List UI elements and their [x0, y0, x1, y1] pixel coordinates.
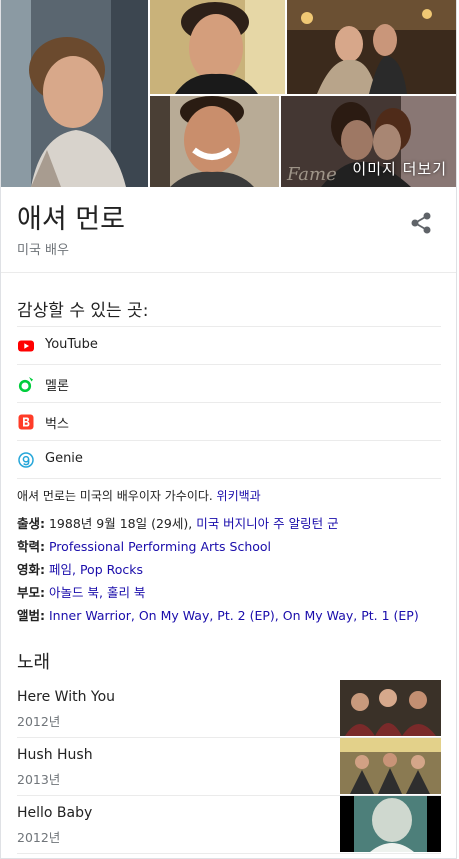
movie-link[interactable]: Pop Rocks: [80, 562, 143, 577]
fact-albums: 앨범: Inner Warrior, On My Way, Pt. 2 (EP)…: [17, 607, 447, 630]
fact-parents: 부모: 아놀드 북, 홀리 북: [17, 584, 447, 607]
youtube-icon: [18, 338, 34, 354]
watch-item-label: YouTube: [45, 337, 98, 352]
watch-item-melon[interactable]: 멜론: [17, 364, 441, 402]
gallery-image-4[interactable]: [150, 96, 279, 187]
genie-icon: [18, 452, 34, 468]
bugs-icon: [18, 414, 34, 430]
song-item[interactable]: Hush Hush 2013년: [17, 738, 441, 796]
watch-item-label: 멜론: [45, 379, 69, 394]
description-source-link[interactable]: 위키백과: [217, 489, 261, 503]
separator: ,: [274, 608, 279, 623]
song-thumbnail[interactable]: [340, 738, 441, 794]
more-images-tile[interactable]: Fame 이미지 더보기: [281, 96, 456, 187]
fact-movies: 영화: 페임, Pop Rocks: [17, 561, 447, 584]
knowledge-panel: Fame 이미지 더보기 애셔 먼로 미국 배우 감상할 수 있는 곳: You…: [0, 0, 457, 859]
entity-subtitle: 미국 배우: [17, 243, 69, 258]
watch-item-genie[interactable]: Genie: [17, 440, 441, 479]
songs-heading: 노래: [17, 652, 51, 673]
watch-item-label: 벅스: [45, 417, 69, 432]
born-date: 1988년 9월 18일 (29세),: [48, 516, 193, 531]
melon-icon: [18, 376, 34, 393]
song-title: Here With You: [17, 689, 116, 705]
fact-education: 학력: Professional Performing Arts School: [17, 538, 447, 561]
watch-item-bugs[interactable]: 벅스: [17, 402, 441, 440]
facts-list: 출생: 1988년 9월 18일 (29세), 미국 버지니아 주 알링턴 군 …: [17, 515, 447, 630]
born-place-link[interactable]: 미국 버지니아 주 알링턴 군: [196, 516, 338, 531]
parent-link[interactable]: 홀리 북: [107, 585, 145, 600]
entity-title: 애셔 먼로: [17, 204, 125, 235]
song-item[interactable]: Here With You 2012년: [17, 680, 441, 738]
more-images-label[interactable]: 이미지 더보기: [352, 158, 447, 179]
song-title: Hello Baby: [17, 805, 93, 821]
fact-label: 출생:: [17, 516, 45, 531]
fact-label: 부모:: [17, 585, 45, 600]
gallery-image-1[interactable]: [1, 0, 148, 187]
watch-heading: 감상할 수 있는 곳:: [17, 301, 149, 321]
song-year: 2013년: [17, 772, 61, 787]
gallery-image-2[interactable]: [150, 0, 285, 94]
fact-label: 앨범:: [17, 608, 45, 623]
song-item[interactable]: Hello Baby 2012년: [17, 796, 441, 854]
song-thumbnail[interactable]: [340, 796, 441, 852]
gallery-image-3[interactable]: [287, 0, 456, 94]
movie-link[interactable]: 페임: [49, 562, 72, 577]
education-link[interactable]: Professional Performing Arts School: [49, 539, 271, 554]
songs-list: Here With You 2012년 Hush Hush 2013년 Hell…: [17, 680, 441, 854]
share-icon[interactable]: [407, 209, 435, 237]
album-link[interactable]: On My Way, Pt. 2 (EP): [139, 608, 275, 623]
fact-label: 학력:: [17, 539, 45, 554]
album-link[interactable]: On My Way, Pt. 1 (EP): [283, 608, 419, 623]
separator: ,: [72, 562, 76, 577]
fact-born: 출생: 1988년 9월 18일 (29세), 미국 버지니아 주 알링턴 군: [17, 515, 447, 538]
song-year: 2012년: [17, 714, 61, 729]
song-title: Hush Hush: [17, 747, 93, 763]
image-gallery: Fame 이미지 더보기: [1, 0, 456, 187]
song-year: 2012년: [17, 830, 61, 845]
separator: ,: [98, 585, 103, 600]
description-text: 애셔 먼로는 미국의 배우이자 가수이다.: [17, 489, 213, 503]
watch-item-youtube[interactable]: YouTube: [17, 326, 441, 364]
separator: ,: [130, 608, 135, 623]
fact-label: 영화:: [17, 562, 45, 577]
description: 애셔 먼로는 미국의 배우이자 가수이다. 위키백과: [17, 487, 261, 504]
title-block: 애셔 먼로 미국 배우: [1, 187, 456, 273]
watch-list: YouTube 멜론 벅스 Genie: [17, 326, 441, 479]
song-thumbnail[interactable]: [340, 680, 441, 736]
album-link[interactable]: Inner Warrior: [49, 608, 131, 623]
parent-link[interactable]: 아놀드 북: [49, 585, 99, 600]
watch-item-label: Genie: [45, 451, 83, 466]
